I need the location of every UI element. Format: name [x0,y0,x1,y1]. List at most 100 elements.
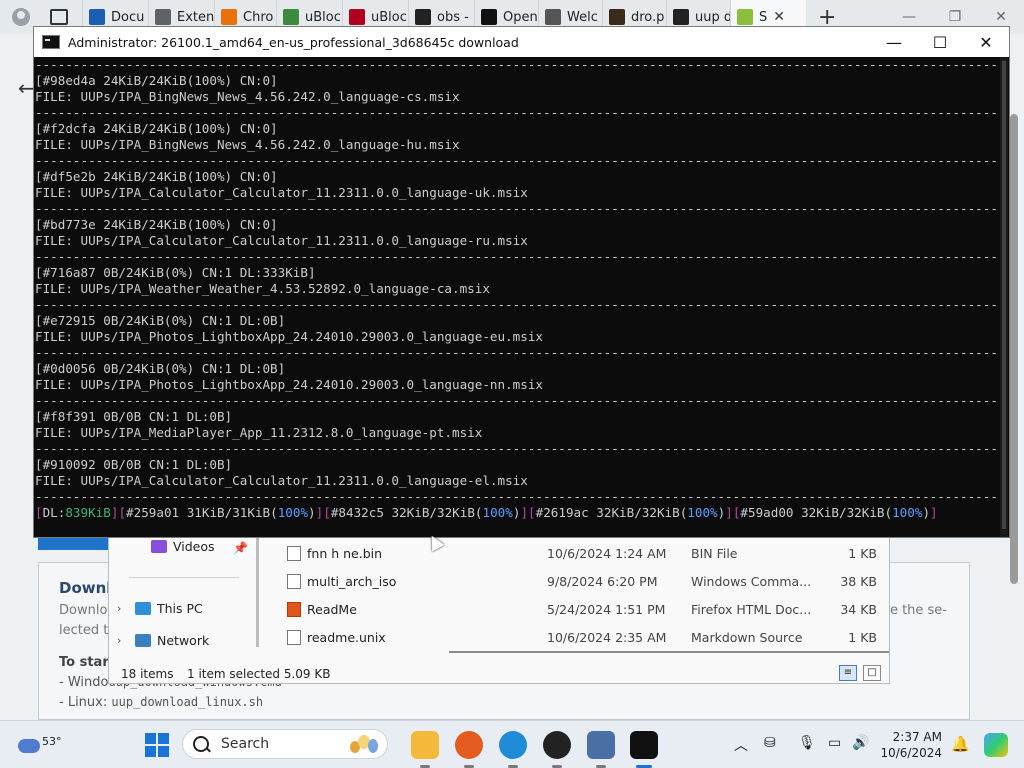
console-output[interactable]: ----------------------------------------… [34,57,1000,537]
file-icon [287,546,301,561]
progress-percent: 100% [482,505,513,520]
network-icon [135,634,151,647]
details-view-icon[interactable]: ≡ [839,665,857,681]
notification-bell-icon[interactable]: 🔔 [951,735,970,753]
progress-id: #2619ac [535,505,589,520]
browser-minimize-button[interactable]: — [886,9,932,25]
status-bracket: [ [118,505,127,520]
download-button[interactable] [38,536,110,550]
console-separator: ----------------------------------------… [35,489,1000,504]
file-row[interactable]: fnn h ne.bin 10/6/2024 1:24 AM BIN File 1 K… [269,539,889,567]
weather-temperature: 53° [42,735,62,748]
page-scrollbar[interactable] [1010,114,1018,584]
file-explorer-icon[interactable] [411,731,439,759]
explorer-status-bar: 18 items 1 item selected 5.09 KB ≡ □ [109,663,889,685]
status-bracket: ] [725,505,733,520]
progress-amount: 32KiB/32KiB [391,505,475,520]
tray-overflow-chevron-icon[interactable]: ︿ [734,735,748,755]
obs-icon[interactable] [543,731,571,759]
terminal-icon[interactable] [630,731,658,759]
file-size: 34 KB [840,602,877,617]
html-file-icon [287,602,301,617]
browser-tab-label: S [759,9,768,25]
console-title-bar: Administrator: 26100.1_amd64_en-us_profe… [34,27,1009,57]
progress-spacer [179,505,187,520]
chevron-right-icon[interactable]: › [117,602,129,615]
microphone-tray-icon[interactable]: 🎙 [798,735,816,751]
browser-tab-label: Welc [567,9,598,25]
browser-tab-label: dro.p [631,9,665,25]
file-name: multi_arch_iso [307,574,397,589]
file-size: 38 KB [840,574,877,589]
browser-tab-label: Docu [111,9,145,25]
network-tool-icon[interactable] [587,731,615,759]
console-progress-line: [DL:839KiB][#259a01 31KiB/31KiB(100%)][#… [35,505,1000,521]
nav-scrollbar[interactable] [256,537,259,647]
browser-restore-button[interactable]: ❐ [932,9,978,25]
progress-percent: 100% [277,505,309,520]
uup-icon [737,9,753,25]
file-size: 1 KB [848,630,877,645]
large-icons-view-icon[interactable]: □ [863,665,881,681]
tab-close-icon[interactable]: ✕ [773,9,785,25]
file-list-horizontal-scrollbar[interactable] [449,651,889,653]
profile-avatar[interactable] [12,8,30,26]
videos-icon [151,540,167,553]
file-type: Windows Comma... [691,574,812,589]
file-icon [287,630,301,645]
chevron-right-icon[interactable]: › [117,634,129,647]
status-bracket: [ [323,505,331,520]
card-start-heading: To start [59,655,115,670]
taskbar-clock[interactable]: 2:37 AM 10/6/2024 [880,729,942,761]
file-explorer-window: 📌 Videos › This PC › Network fnn h ne.bin 10/… [108,528,890,684]
cmd-icon [42,35,60,49]
search-placeholder: Search [221,736,270,752]
linux-script-name[interactable]: uup_download_linux.sh [111,695,263,709]
nav-item-videos[interactable]: Videos [117,539,215,554]
search-highlight-icon [348,733,382,755]
console-separator: ----------------------------------------… [35,441,1000,456]
file-date: 10/6/2024 2:35 AM [547,630,667,645]
explorer-file-list: fnn h ne.bin 10/6/2024 1:24 AM BIN File 1 K… [269,529,889,659]
clock-date: 10/6/2024 [880,746,942,760]
console-separator: ----------------------------------------… [35,201,1000,216]
console-separator: ----------------------------------------… [35,393,1000,408]
console-entry-file: FILE: UUPs/IPA_BingNews_News_4.56.242.0_… [35,89,460,104]
file-row[interactable]: ReadMe 5/24/2024 1:51 PM Firefox HTML Doc.… [269,595,889,623]
chrome-icon [221,9,237,25]
display-tray-icon[interactable]: ▭ [828,735,841,751]
console-entry-status: [#f8f391 0B/0B CN:1 DL:0B] [35,409,233,424]
weather-widget[interactable]: 53° [18,729,62,761]
progress-paren: ) [308,505,316,520]
start-button[interactable] [145,733,169,757]
console-entry-file: FILE: UUPs/IPA_MediaPlayer_App_11.2312.8… [35,425,483,440]
console-entry-status: [#bd773e 24KiB/24KiB(100%) CN:0] [35,217,278,232]
console-close-button[interactable]: ✕ [963,33,1009,52]
cmd-file-icon [287,574,301,589]
progress-amount: 32KiB/32KiB [801,505,885,520]
browser-close-button[interactable]: ✕ [978,9,1024,25]
edge-icon[interactable] [499,731,527,759]
search-icon [673,9,689,25]
copilot-icon[interactable] [984,733,1008,757]
firefox-icon[interactable] [455,731,483,759]
volume-tray-icon[interactable]: 🔊 [852,735,869,751]
console-entry-status: [#df5e2b 24KiB/24KiB(100%) CN:0] [35,169,278,184]
dl-label: DL: [42,505,66,520]
search-icon [415,9,431,25]
file-name: fnn h ne.bin [307,546,383,561]
file-row[interactable]: readme.unix 10/6/2024 2:35 AM Markdown Sou… [269,623,889,651]
nav-item-this-pc[interactable]: › This PC [117,601,203,616]
console-entry-status: [#e72915 0B/24KiB(0%) CN:1 DL:0B] [35,313,286,328]
vpn-tray-icon[interactable]: ⛁ [764,735,776,751]
docs-icon [89,9,105,25]
nav-item-label: Videos [173,539,215,554]
console-minimize-button[interactable]: — [871,33,917,52]
console-scrollbar[interactable] [1000,57,1008,537]
status-bracket: [ [528,505,536,520]
file-row[interactable]: multi_arch_iso 9/8/2024 6:20 PM Windows Co… [269,567,889,595]
nav-item-network[interactable]: › Network [117,633,209,648]
this-pc-icon [135,602,151,615]
console-maximize-button[interactable]: ☐ [917,33,963,52]
tab-actions-icon[interactable] [50,9,68,25]
